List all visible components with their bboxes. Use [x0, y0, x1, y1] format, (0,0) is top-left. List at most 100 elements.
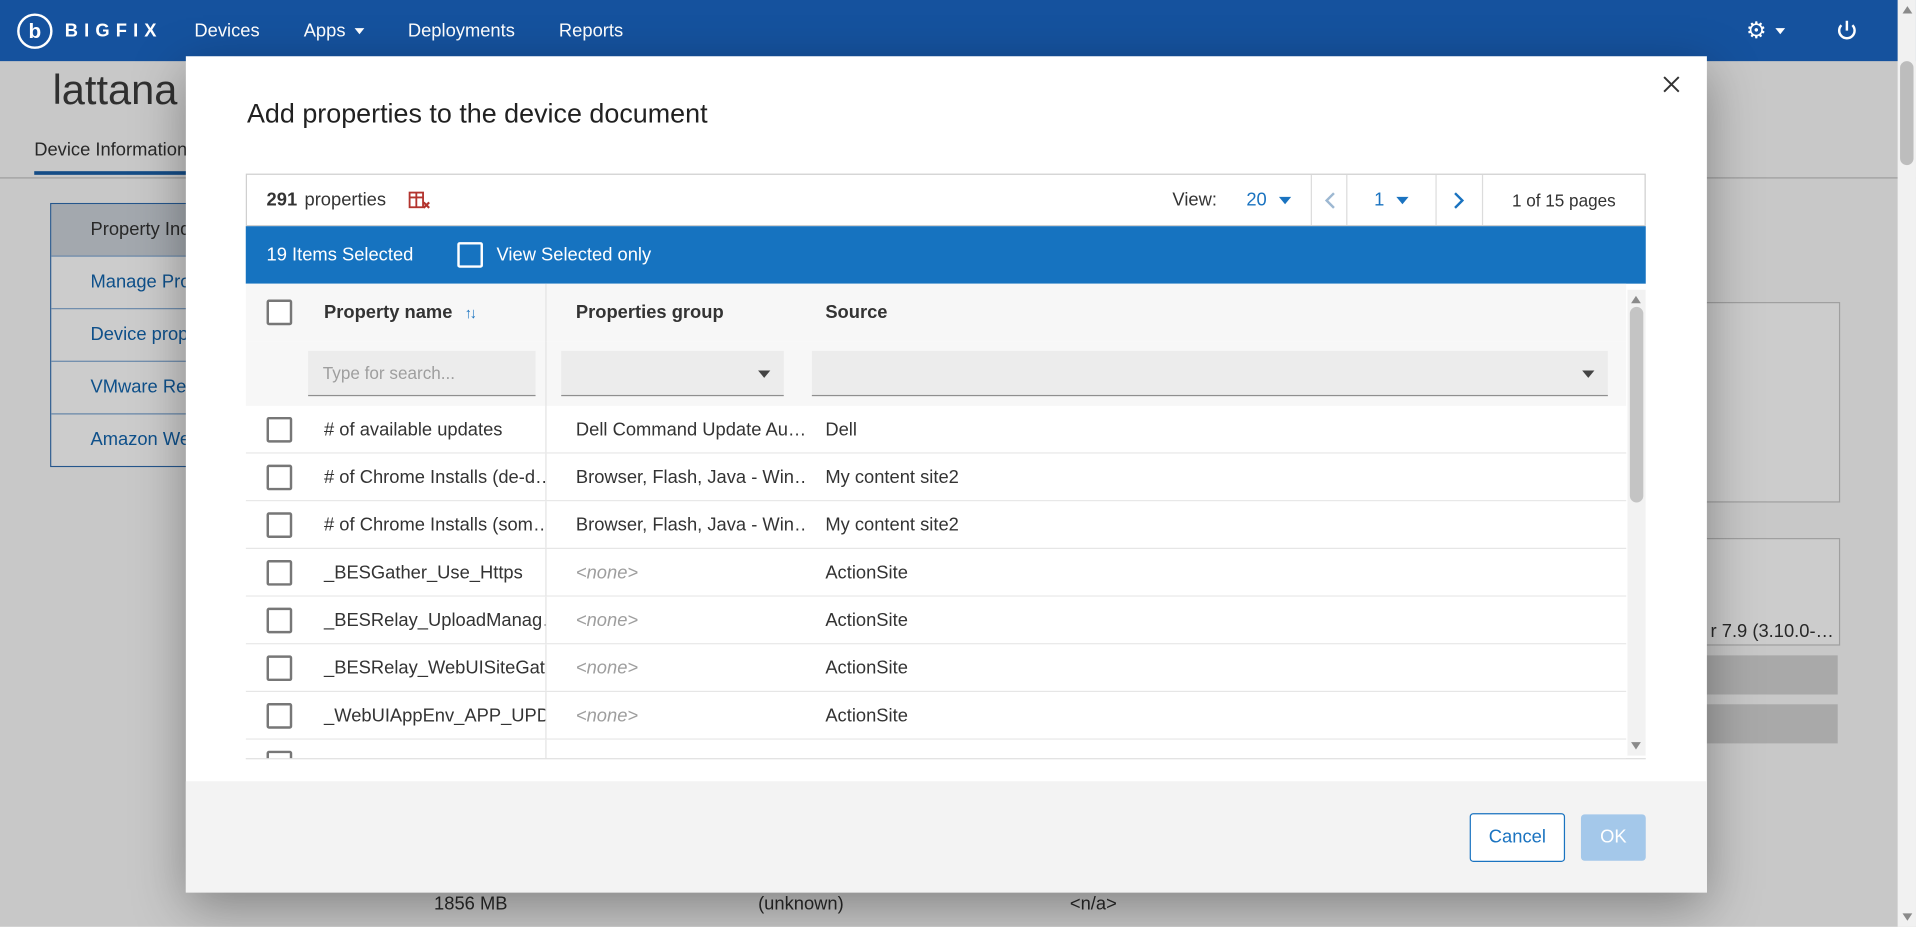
properties-group-cell — [547, 740, 806, 760]
gear-icon: ⚙ — [1746, 17, 1767, 45]
properties-group-cell: <none> — [547, 692, 806, 738]
nav-item-reports[interactable]: Reports — [559, 20, 623, 41]
logout-button[interactable] — [1836, 19, 1857, 42]
view-selected-only-label: View Selected only — [497, 245, 652, 266]
close-button[interactable] — [1658, 71, 1685, 98]
items-selected-text: 19 Items Selected — [267, 245, 414, 266]
page-scrollbar[interactable] — [1898, 0, 1916, 927]
property-name-cell — [303, 740, 546, 760]
row-checkbox[interactable] — [267, 750, 293, 759]
properties-group-filter-select[interactable] — [561, 351, 784, 396]
nav-item-apps[interactable]: Apps — [304, 20, 364, 41]
scroll-down-icon[interactable] — [1631, 742, 1641, 749]
row-checkbox[interactable] — [267, 655, 293, 681]
source-cell: ActionSite — [806, 549, 1626, 595]
table-header-row: Property name ↑↓ Properties group Source — [246, 284, 1626, 341]
properties-group-cell: <none> — [547, 549, 806, 595]
row-checkbox[interactable] — [267, 464, 293, 490]
property-name-cell: _BESGather_Use_Https — [303, 549, 546, 595]
properties-group-cell: Browser, Flash, Java - Win… — [547, 454, 806, 500]
chevron-down-icon — [1279, 196, 1291, 203]
scroll-up-icon[interactable] — [1903, 6, 1913, 13]
table-row[interactable]: _WebUIAppEnv_APP_UPD… <none> ActionSite — [246, 692, 1626, 740]
properties-group-cell: Dell Command Update Au… — [547, 406, 806, 452]
toolbar-pagination: View: 20 1 — [1172, 175, 1644, 225]
view-label: View: — [1172, 190, 1217, 211]
table-row[interactable]: # of Chrome Installs (de-d… Browser, Fla… — [246, 454, 1626, 502]
row-checkbox[interactable] — [267, 559, 293, 585]
chevron-down-icon — [1775, 28, 1785, 34]
table-row[interactable]: # of available updates Dell Command Upda… — [246, 406, 1626, 454]
screen: lattana Device Information Property IndM… — [0, 0, 1916, 927]
chevron-down-icon — [758, 370, 770, 377]
row-checkbox[interactable] — [267, 416, 293, 442]
sort-icon[interactable]: ↑↓ — [465, 304, 475, 321]
property-name-cell: # of Chrome Installs (de-d… — [303, 454, 546, 500]
property-name-cell: # of Chrome Installs (som… — [303, 501, 546, 547]
power-icon — [1836, 19, 1857, 42]
scroll-down-icon[interactable] — [1903, 913, 1913, 920]
nav-item-devices[interactable]: Devices — [194, 20, 259, 41]
table-body: # of available updates Dell Command Upda… — [246, 406, 1646, 759]
table-filter-row — [246, 341, 1626, 406]
row-checkbox[interactable] — [267, 512, 293, 538]
table-row[interactable]: _BESRelay_UploadManag… <none> ActionSite — [246, 597, 1626, 645]
bigfix-brand[interactable]: b BIGFIX — [17, 13, 163, 48]
previous-page-button[interactable] — [1311, 175, 1346, 225]
property-name-cell: _WebUIAppEnv_APP_UPD… — [303, 692, 546, 738]
bigfix-logo-icon: b — [17, 13, 52, 48]
chevron-down-icon — [1582, 370, 1594, 377]
cancel-button[interactable]: Cancel — [1470, 812, 1565, 861]
table-row[interactable]: _BESRelay_WebUISiteGath… <none> ActionSi… — [246, 644, 1626, 692]
selection-bar: 19 Items Selected View Selected only — [246, 226, 1646, 283]
chevron-left-icon — [1324, 191, 1335, 208]
brand-text: BIGFIX — [65, 20, 163, 41]
properties-group-cell: Browser, Flash, Java - Win… — [547, 501, 806, 547]
modal-footer: Cancel OK — [186, 781, 1707, 892]
page-number-select[interactable]: 1 — [1346, 175, 1435, 225]
nav-items: Devices Apps Deployments Reports — [194, 20, 623, 41]
table-row[interactable]: # of Chrome Installs (som… Browser, Flas… — [246, 501, 1626, 549]
page-info: 1 of 15 pages — [1482, 175, 1645, 225]
navbar-right: ⚙ — [1746, 17, 1857, 45]
properties-count: 291 properties — [247, 175, 430, 225]
next-page-button[interactable] — [1435, 175, 1481, 225]
select-all-checkbox[interactable] — [267, 300, 293, 326]
modal-title: Add properties to the device document — [247, 98, 708, 130]
source-cell: My content site2 — [806, 501, 1626, 547]
source-cell: My content site2 — [806, 454, 1626, 500]
property-name-cell: _BESRelay_WebUISiteGath… — [303, 644, 546, 690]
settings-menu[interactable]: ⚙ — [1746, 17, 1785, 45]
scroll-up-icon[interactable] — [1631, 296, 1641, 303]
page-size-select[interactable]: 20 — [1246, 190, 1291, 211]
chevron-down-icon — [354, 28, 364, 34]
source-cell: ActionSite — [806, 597, 1626, 643]
table-row[interactable] — [246, 740, 1626, 760]
properties-group-cell: <none> — [547, 597, 806, 643]
source-cell: ActionSite — [806, 692, 1626, 738]
chevron-right-icon — [1454, 191, 1465, 208]
properties-table: Property name ↑↓ Properties group Source — [246, 284, 1646, 760]
top-navbar: b BIGFIX Devices Apps Deployments Report… — [0, 0, 1916, 61]
page-scrollbar-thumb[interactable] — [1900, 61, 1913, 165]
remove-properties-icon[interactable] — [408, 190, 430, 211]
table-row[interactable]: _BESGather_Use_Https <none> ActionSite — [246, 549, 1626, 597]
column-header-properties-group[interactable]: Properties group — [547, 284, 806, 341]
column-header-property-name[interactable]: Property name — [324, 302, 452, 323]
nav-item-deployments[interactable]: Deployments — [408, 20, 515, 41]
column-header-source[interactable]: Source — [806, 284, 1626, 341]
row-checkbox[interactable] — [267, 607, 293, 633]
row-checkbox[interactable] — [267, 702, 293, 728]
property-name-cell: _BESRelay_UploadManag… — [303, 597, 546, 643]
search-input[interactable] — [308, 351, 535, 396]
chevron-down-icon — [1397, 196, 1409, 203]
table-scrollbar[interactable] — [1627, 290, 1645, 756]
properties-group-cell: <none> — [547, 644, 806, 690]
table-scrollbar-thumb[interactable] — [1630, 307, 1643, 503]
view-selected-only-checkbox[interactable] — [457, 242, 483, 268]
ok-button[interactable]: OK — [1581, 814, 1646, 860]
properties-toolbar: 291 properties View: 20 — [246, 174, 1646, 227]
property-name-cell: # of available updates — [303, 406, 546, 452]
source-cell — [806, 740, 1626, 760]
source-filter-select[interactable] — [812, 351, 1608, 396]
